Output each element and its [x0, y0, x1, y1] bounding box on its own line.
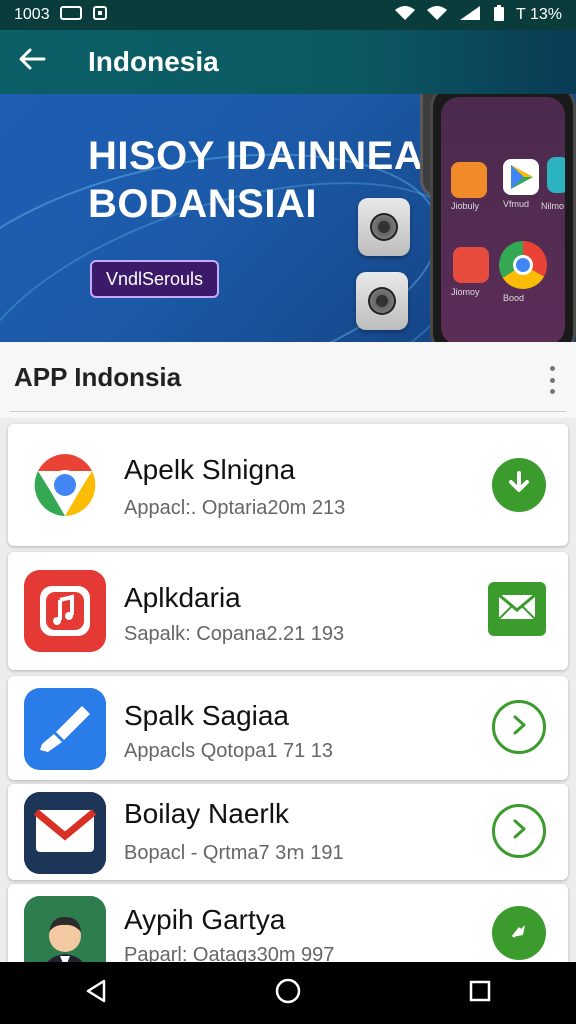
hd-icon	[59, 5, 82, 26]
app-subtitle: Appacls Qotopa1 71 13	[124, 740, 334, 762]
app-subtitle: Sapalk: Copana2.21 193	[124, 623, 345, 645]
app-name: Boilay Naerlk	[124, 798, 289, 829]
back-button[interactable]	[0, 30, 64, 94]
brush-icon	[24, 688, 106, 770]
app-name: Apelk Slnigna	[124, 454, 296, 485]
promo-banner[interactable]: HISOY IDAINNEA BODANSIAI VndlSerouls Jio…	[0, 94, 576, 342]
play-icon	[507, 919, 531, 948]
app-name: Aplkdaria	[124, 582, 241, 613]
phone-tile-red	[453, 247, 489, 283]
gmail-icon	[24, 792, 106, 874]
divider	[10, 411, 566, 412]
app-bar: Indonesia	[0, 30, 576, 94]
chrome-icon-small	[499, 241, 547, 289]
status-time: 1003	[14, 6, 50, 23]
mail-button[interactable]	[488, 582, 546, 636]
phone-screen: Jiobuly Vfmud Jiomoy Bood Nilmo	[441, 97, 565, 342]
list-item[interactable]: Apelk Slnigna Appacl:. Optaria20m 213	[8, 424, 568, 546]
nav-home-button[interactable]	[274, 977, 302, 1010]
circle-home-icon	[275, 978, 301, 1003]
app-name: Spalk Sagiaa	[124, 700, 290, 731]
play-store-icon	[503, 159, 539, 195]
phone-illustration: Jiobuly Vfmud Jiomoy Bood Nilmo	[430, 94, 576, 342]
music-icon	[24, 570, 106, 652]
list-item[interactable]: Spalk Sagiaa Appacls Qotopa1 71 13	[8, 676, 568, 780]
app-subtitle: Bopacl - Qrtma7 3ꭑ 191	[124, 842, 344, 864]
phone-tile-label-4: Bood	[503, 293, 525, 303]
section-title: APP Indonsia	[14, 362, 182, 392]
app-subtitle: Appacl:. Optaria20m 213	[124, 497, 346, 519]
wifi-icon	[394, 5, 416, 26]
mail-icon	[497, 592, 537, 627]
screenshot-icon	[92, 5, 108, 26]
banner-button[interactable]: VndlSerouls	[90, 260, 220, 298]
camera-app-icon-2	[356, 272, 408, 330]
chevron-right-icon	[509, 714, 529, 741]
phone-tile-orange	[451, 162, 487, 198]
banner-headline-line1: HISOY IDAINNEA	[88, 134, 424, 178]
list-item[interactable]: Boilay Naerlk Bopacl - Qrtma7 3ꭑ 191	[8, 784, 568, 880]
signal-icon	[458, 5, 482, 26]
open-button[interactable]	[492, 804, 546, 858]
battery-text: T 13%	[516, 6, 562, 23]
triangle-back-icon	[86, 979, 106, 1002]
nav-back-button[interactable]	[82, 977, 110, 1010]
phone-tile-label-1: Jiobuly	[451, 201, 480, 211]
phone-tile-label-2: Vfmud	[503, 199, 530, 209]
chrome-icon	[24, 444, 106, 526]
page-title: Indonesia	[88, 46, 219, 77]
download-button[interactable]	[492, 458, 546, 512]
list-item[interactable]: Aplkdaria Sapalk: Copana2.21 193	[8, 552, 568, 670]
phone-tile-label-5: Nilmo	[541, 201, 565, 211]
section-header: APP Indonsia	[0, 342, 576, 418]
status-bar: 1003 T 13%	[0, 0, 576, 30]
arrow-left-icon	[18, 45, 46, 79]
chevron-right-icon	[509, 818, 529, 845]
download-icon	[505, 469, 533, 502]
phone-tile-teal	[547, 157, 565, 193]
open-button[interactable]	[492, 700, 546, 754]
navigation-bar	[0, 962, 576, 1024]
battery-icon	[492, 4, 506, 27]
more-vert-icon[interactable]	[542, 366, 562, 394]
nav-recents-button[interactable]	[466, 977, 494, 1010]
wifi-icon-2	[426, 5, 448, 26]
app-name: Aypih Gartya	[124, 904, 286, 935]
square-recents-icon	[469, 980, 491, 1001]
phone-tile-label-3: Jiomoy	[451, 287, 480, 297]
camera-app-icon	[358, 198, 410, 256]
play-button[interactable]	[492, 906, 546, 960]
